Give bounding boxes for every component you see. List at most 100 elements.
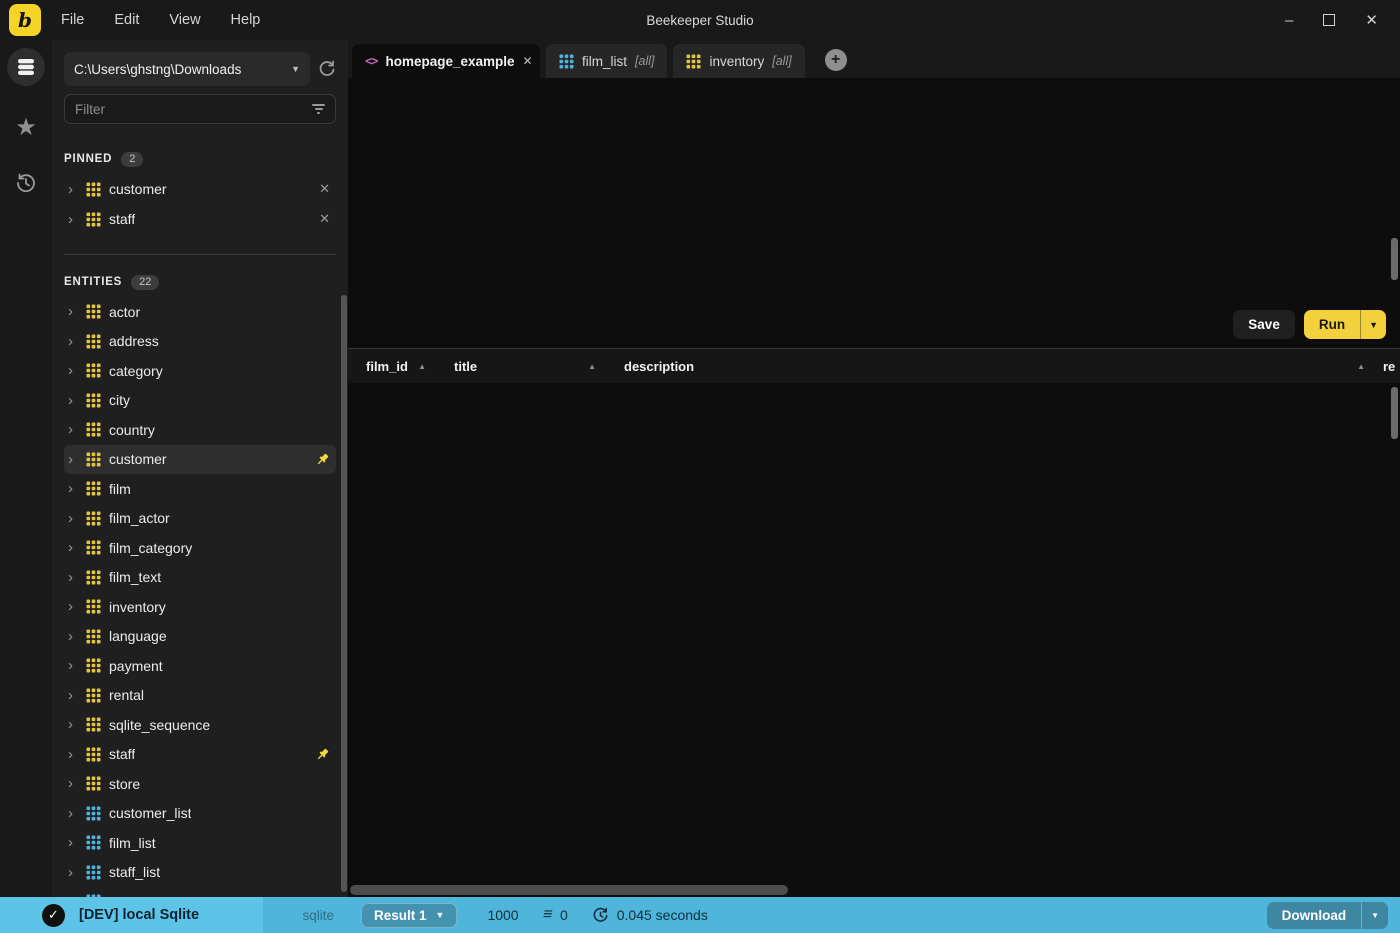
unpin-close-icon[interactable]: ✕ [319, 211, 330, 227]
sidebar-scrollbar[interactable] [341, 295, 347, 892]
unpin-close-icon[interactable]: ✕ [319, 181, 330, 197]
beekeeper-logo-icon: b [9, 4, 41, 36]
entities-section-header[interactable]: ENTITIES 22 [64, 273, 336, 291]
save-button[interactable]: Save [1233, 310, 1295, 339]
chevron-right-icon[interactable]: › [68, 865, 78, 880]
menu-help[interactable]: Help [231, 12, 261, 28]
entity-row[interactable]: › rental [64, 681, 336, 711]
download-dropdown-caret[interactable]: ▼ [1361, 901, 1388, 929]
chevron-right-icon[interactable]: › [68, 393, 78, 408]
entity-row[interactable]: › film [64, 474, 336, 504]
entity-row[interactable]: › payment [64, 651, 336, 681]
entity-name: sales_by_store [109, 894, 203, 897]
tab-film-list[interactable]: film_list [all] [546, 44, 668, 78]
chevron-right-icon[interactable]: › [68, 212, 78, 227]
refresh-button[interactable] [318, 60, 336, 78]
table-grid-icon [86, 511, 101, 526]
pinned-row[interactable]: › customer ✕ [64, 174, 336, 204]
download-button[interactable]: Download ▼ [1266, 901, 1388, 929]
chevron-right-icon[interactable]: › [68, 481, 78, 496]
entity-row[interactable]: › store [64, 769, 336, 799]
chevron-right-icon[interactable]: › [68, 776, 78, 791]
chevron-right-icon[interactable]: › [68, 658, 78, 673]
horizontal-scrollbar[interactable] [350, 885, 788, 895]
new-tab-button[interactable]: + [824, 49, 847, 71]
database-path-select[interactable]: C:\Users\ghstng\Downloads ▼ [64, 52, 310, 86]
editor-scrollbar[interactable] [1391, 238, 1398, 280]
entity-row[interactable]: › sqlite_sequence [64, 710, 336, 740]
entity-row[interactable]: › film_actor [64, 504, 336, 534]
chevron-right-icon[interactable]: › [68, 894, 78, 897]
chevron-right-icon[interactable]: › [68, 629, 78, 644]
column-header-title[interactable]: title ▲ [436, 359, 606, 374]
entity-row[interactable]: › language [64, 622, 336, 652]
chevron-right-icon[interactable]: › [68, 422, 78, 437]
entity-name: film_list [109, 834, 156, 851]
results-scrollbar[interactable] [1391, 387, 1398, 439]
run-label[interactable]: Run [1304, 310, 1360, 339]
result-selector-button[interactable]: Result 1 ▼ [361, 902, 458, 928]
chevron-right-icon[interactable]: › [68, 599, 78, 614]
menu-edit[interactable]: Edit [114, 12, 139, 28]
entity-row[interactable]: › inventory [64, 592, 336, 622]
pinned-name: customer [109, 181, 167, 197]
chevron-right-icon[interactable]: › [68, 334, 78, 349]
column-header-clipped[interactable]: re [1375, 359, 1400, 374]
chevron-right-icon[interactable]: › [68, 540, 78, 555]
menu-file[interactable]: File [61, 12, 84, 28]
sql-editor[interactable]: Save Run ▼ [348, 78, 1400, 348]
sort-asc-icon[interactable]: ▲ [588, 362, 596, 371]
entity-row[interactable]: › staff_list [64, 858, 336, 888]
favorites-star-icon[interactable]: ★ [15, 116, 37, 140]
elapsed-time: 0.045 seconds [616, 907, 708, 923]
connection-status-button[interactable]: ✓ [DEV] local Sqlite [0, 897, 263, 933]
tab-homepage-example[interactable]: <> homepage_example ✕ [352, 44, 540, 78]
tab-inventory[interactable]: inventory [all] [673, 44, 805, 78]
column-header-description[interactable]: description ▲ [606, 359, 1375, 374]
chevron-right-icon[interactable]: › [68, 511, 78, 526]
entity-row[interactable]: › film_category [64, 533, 336, 563]
entity-name: film [109, 480, 131, 497]
pinned-row[interactable]: › staff ✕ [64, 204, 336, 234]
chevron-right-icon[interactable]: › [68, 304, 78, 319]
entity-row[interactable]: › staff [64, 740, 336, 770]
chevron-right-icon[interactable]: › [68, 570, 78, 585]
history-icon[interactable] [15, 172, 37, 199]
chevron-right-icon[interactable]: › [68, 835, 78, 850]
entity-row[interactable]: › film_list [64, 828, 336, 858]
tab-close-icon[interactable]: ✕ [523, 54, 533, 68]
entity-row[interactable]: › city [64, 386, 336, 416]
close-button[interactable]: ✕ [1365, 13, 1378, 28]
pinned-section-header[interactable]: PINNED 2 [64, 150, 336, 168]
entity-filter[interactable] [64, 94, 336, 124]
maximize-button[interactable] [1323, 14, 1336, 26]
column-header-film-id[interactable]: film_id ▲ [348, 359, 436, 374]
menu-view[interactable]: View [169, 12, 200, 28]
tab-title: inventory [709, 53, 765, 69]
entity-row[interactable]: › address [64, 327, 336, 357]
chevron-right-icon[interactable]: › [68, 452, 78, 467]
entity-row[interactable]: › country [64, 415, 336, 445]
chevron-right-icon[interactable]: › [68, 717, 78, 732]
database-nav-button[interactable] [7, 48, 45, 86]
sort-asc-icon[interactable]: ▲ [1357, 362, 1365, 371]
results-header: film_id ▲ title ▲ description ▲ re [348, 349, 1400, 383]
entity-row[interactable]: › sales_by_store [64, 887, 336, 897]
download-label[interactable]: Download [1267, 902, 1362, 929]
sort-asc-icon[interactable]: ▲ [418, 362, 426, 371]
minimize-button[interactable]: – [1285, 13, 1293, 28]
chevron-right-icon[interactable]: › [68, 806, 78, 821]
entity-row[interactable]: › customer_list [64, 799, 336, 829]
filter-input[interactable] [75, 101, 312, 117]
chevron-right-icon[interactable]: › [68, 182, 78, 197]
entity-row[interactable]: › customer [64, 444, 336, 474]
chevron-right-icon[interactable]: › [68, 688, 78, 703]
run-dropdown-caret[interactable]: ▼ [1360, 310, 1386, 339]
affected-rows-icon: ≡ [541, 906, 554, 923]
chevron-right-icon[interactable]: › [68, 747, 78, 762]
entity-row[interactable]: › category [64, 356, 336, 386]
run-button[interactable]: Run ▼ [1303, 310, 1386, 339]
entity-row[interactable]: › actor [64, 297, 336, 327]
entity-row[interactable]: › film_text [64, 563, 336, 593]
chevron-right-icon[interactable]: › [68, 363, 78, 378]
